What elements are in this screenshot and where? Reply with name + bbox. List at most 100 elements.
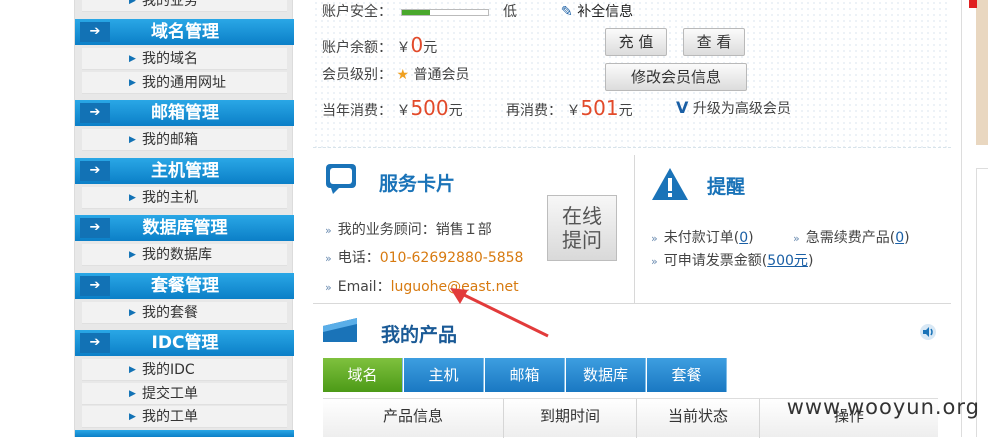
unit-label: 元: [448, 103, 463, 119]
triangle-icon: ▶: [129, 365, 136, 375]
arrow-right-icon: ➔: [80, 218, 110, 238]
arrow-right-icon: ➔: [80, 161, 110, 181]
consultant-value: 销售Ｉ部: [435, 222, 492, 238]
more-row: 再消费： ￥501元: [506, 96, 633, 120]
triangle-icon: ▶: [129, 389, 136, 399]
sidebar-item-my-ticket[interactable]: ▶ 我的工单: [82, 406, 287, 428]
sidebar-category-package[interactable]: ➔ 套餐管理: [75, 273, 294, 299]
sidebar-category-database[interactable]: ➔ 数据库管理: [75, 215, 294, 241]
security-level-fill: [402, 10, 431, 15]
upgrade-link[interactable]: V 升级为高级会员: [676, 98, 791, 118]
security-level-bar: [401, 9, 489, 16]
tab-database[interactable]: 数据库: [566, 358, 646, 392]
arrow-right-icon: ➔: [80, 22, 110, 42]
security-label: 账户安全：: [322, 4, 392, 20]
sidebar-item-my-domain[interactable]: ▶ 我的域名: [82, 48, 287, 70]
recharge-button[interactable]: 充 值: [605, 28, 667, 56]
sidebar-item-my-host[interactable]: ▶ 我的主机: [82, 187, 287, 209]
email-label: Email：: [337, 279, 391, 295]
sidebar: ▶ 我的业务 ➔ 域名管理 ▶ 我的域名 ▶ 我的通用网址 ➔ 邮箱管理 ▶ 我…: [74, 0, 294, 437]
sidebar-item-my-idc[interactable]: ▶ 我的IDC: [82, 359, 287, 381]
yearly-row: 当年消费： ￥500元: [322, 96, 463, 120]
invoice-row: » 可申请发票金额(500元): [651, 253, 814, 269]
balance-row: 账户余额： ￥0元: [322, 33, 437, 57]
annotation-arrow: [450, 288, 549, 338]
renew-row: » 急需续费产品(0): [793, 230, 910, 246]
arrow-right-icon: ➔: [80, 276, 110, 296]
sidebar-item-label: 我的邮箱: [142, 132, 198, 148]
view-button[interactable]: 查 看: [683, 28, 745, 56]
edit-member-button[interactable]: 修改会员信息: [605, 63, 747, 91]
product-box-icon: [323, 318, 357, 342]
sidebar-item-label: 我的通用网址: [142, 75, 226, 91]
account-panel: 账户安全： 低 ✎ 补全信息 账户余额： ￥0元 充 值 查 看 会员级别： ★…: [313, 0, 951, 148]
triangle-icon: ▶: [129, 54, 136, 64]
chat-bubble-icon: [326, 164, 356, 194]
online-button-line1: 在线: [562, 204, 602, 228]
sidebar-category-title: 套餐管理: [151, 276, 219, 296]
triangle-icon: ▶: [129, 0, 136, 6]
double-arrow-icon: »: [325, 252, 332, 265]
sidebar-category-title: IDC管理: [151, 333, 219, 353]
reminder-panel: 提醒 » 未付款订单(0) » 急需续费产品(0) » 可申请发票金额(500元): [637, 155, 951, 303]
sidebar-item-submit-ticket[interactable]: ▶ 提交工单: [82, 383, 287, 405]
arrow-right-icon: ➔: [80, 333, 110, 353]
double-arrow-icon: »: [325, 224, 332, 237]
member-label: 会员级别：: [322, 67, 392, 83]
triangle-icon: ▶: [129, 78, 136, 88]
complete-info-link[interactable]: ✎ 补全信息: [561, 1, 633, 21]
complete-info-label: 补全信息: [577, 4, 634, 20]
sidebar-category-title: 主机管理: [151, 161, 219, 181]
sidebar-category-domain[interactable]: ➔ 域名管理: [75, 19, 294, 45]
unpaid-count-link[interactable]: 0: [739, 230, 748, 246]
more-label: 再消费：: [506, 103, 562, 119]
online-question-button[interactable]: 在线 提问: [547, 195, 617, 261]
section-divider: [313, 303, 951, 304]
triangle-icon: ▶: [129, 250, 136, 260]
tab-mail[interactable]: 邮箱: [485, 358, 565, 392]
sidebar-item-my-package[interactable]: ▶ 我的套餐: [82, 302, 287, 324]
upgrade-label: 升级为高级会员: [692, 101, 791, 117]
sidebar-category-host[interactable]: ➔ 主机管理: [75, 158, 294, 184]
sidebar-item-my-general-url[interactable]: ▶ 我的通用网址: [82, 72, 287, 94]
tab-domain[interactable]: 域名: [323, 358, 403, 392]
sidebar-item-my-mailbox[interactable]: ▶ 我的邮箱: [82, 129, 287, 151]
invoice-value-link[interactable]: 500元: [767, 253, 808, 269]
column-header-status: 当前状态: [637, 399, 760, 438]
double-arrow-icon: »: [793, 232, 800, 245]
sidebar-category-title: 数据库管理: [142, 218, 228, 238]
member-level: 普通会员: [413, 67, 470, 83]
sidebar-category-next: [75, 430, 294, 437]
sidebar-item-label: 我的套餐: [142, 305, 198, 321]
sidebar-item-label: 我的IDC: [142, 362, 195, 378]
reminder-title: 提醒: [707, 176, 746, 198]
tab-package[interactable]: 套餐: [647, 358, 727, 392]
triangle-icon: ▶: [129, 193, 136, 203]
renew-count-link[interactable]: 0: [895, 230, 904, 246]
sidebar-item-my-database[interactable]: ▶ 我的数据库: [82, 244, 287, 266]
tab-host[interactable]: 主机: [404, 358, 484, 392]
right-banner: [976, 0, 988, 145]
triangle-icon: ▶: [129, 135, 136, 145]
column-header-product-info: 产品信息: [323, 399, 504, 438]
consultant-label: 我的业务顾问：: [337, 222, 436, 238]
sidebar-item-label: 我的工单: [142, 409, 198, 425]
invoice-label: 可申请发票金额: [663, 253, 762, 269]
star-icon: ★: [396, 67, 410, 83]
speaker-icon[interactable]: [919, 323, 937, 341]
phone-label: 电话：: [337, 250, 380, 266]
sidebar-category-idc[interactable]: ➔ IDC管理: [75, 330, 294, 356]
service-card: 服务卡片 » 我的业务顾问：销售Ｉ部 » 电话：010-62692880-5858 …: [313, 155, 635, 303]
sidebar-category-mail[interactable]: ➔ 邮箱管理: [75, 100, 294, 126]
unpaid-label: 未付款订单: [663, 230, 734, 246]
unit-label: 元: [423, 40, 438, 56]
main-content: 账户安全： 低 ✎ 补全信息 账户余额： ￥0元 充 值 查 看 会员级别： ★…: [313, 0, 951, 438]
phone-row: » 电话：010-62692880-5858: [325, 247, 523, 267]
sidebar-category-title: 域名管理: [151, 22, 219, 42]
unit-label: 元: [618, 103, 633, 119]
phone-value: 010-62692880-5858: [379, 250, 524, 266]
sidebar-item-label: 提交工单: [142, 386, 198, 402]
warning-icon: [652, 168, 688, 200]
double-arrow-icon: »: [325, 281, 332, 294]
sidebar-item-my-business[interactable]: ▶ 我的业务: [82, 0, 287, 12]
